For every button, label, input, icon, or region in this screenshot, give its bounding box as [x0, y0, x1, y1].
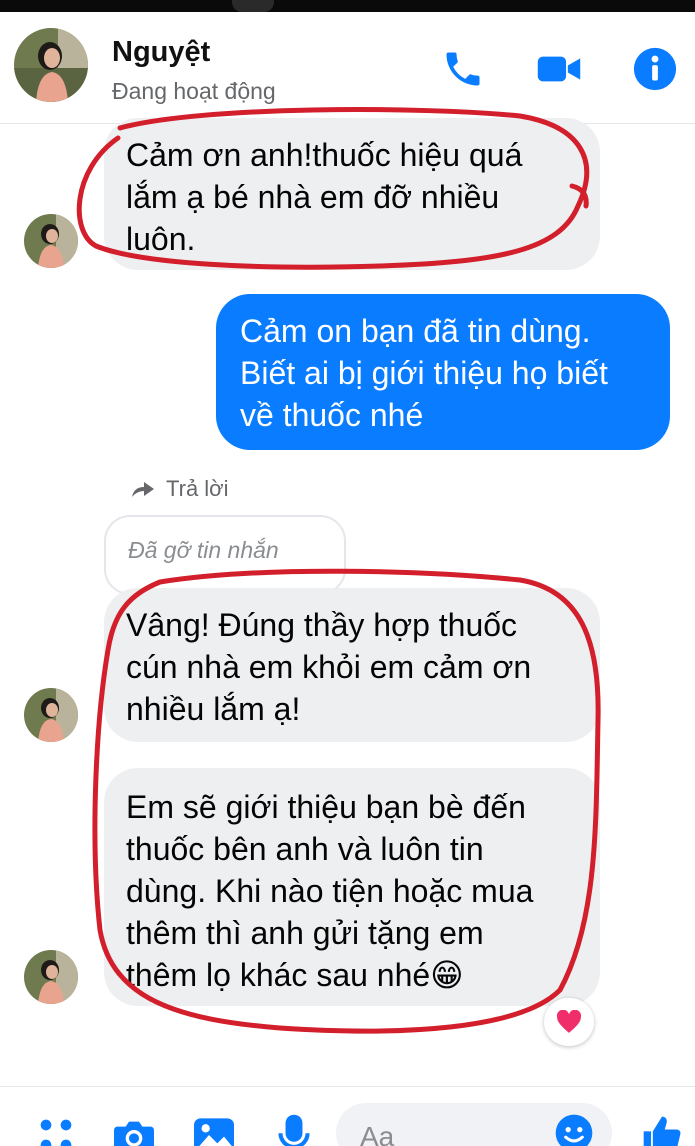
removed-message: Đã gỡ tin nhắn [104, 515, 346, 595]
emoji-icon[interactable] [554, 1113, 594, 1146]
message-line: nhiều lắm ạ! [126, 691, 301, 727]
video-icon[interactable] [536, 46, 582, 92]
active-status: Đang hoạt động [112, 78, 276, 104]
message-line: Cảm ơn anh!thuốc hiệu quá [126, 137, 523, 173]
heart-icon [556, 1010, 582, 1033]
sender-avatar[interactable] [24, 950, 78, 1004]
contact-name[interactable]: Nguyệt [112, 36, 210, 69]
camera-icon[interactable] [112, 1113, 156, 1146]
composer-bar [0, 1086, 695, 1146]
message-line: Biết ai bị giới thiệu họ biết [240, 355, 608, 391]
message-input-box[interactable] [336, 1103, 612, 1146]
message-line: lắm ạ bé nhà em đỡ nhiều [126, 179, 500, 215]
message-line: thêm lọ khác sau nhé😁 [126, 957, 464, 993]
message-input[interactable] [360, 1121, 540, 1146]
incoming-message[interactable]: Cảm ơn anh!thuốc hiệu quá lắm ạ bé nhà e… [104, 118, 600, 270]
heart-reaction[interactable] [544, 998, 594, 1046]
contact-avatar[interactable] [14, 28, 88, 102]
status-badge [232, 0, 274, 12]
phone-icon[interactable] [440, 46, 486, 92]
reply-label: Trả lời [166, 476, 229, 501]
microphone-icon[interactable] [272, 1113, 316, 1146]
conversation-header: Nguyệt Đang hoạt động [0, 12, 695, 124]
info-icon[interactable] [632, 46, 678, 92]
removed-message-label: Đã gỡ tin nhắn [128, 537, 279, 563]
outgoing-message[interactable]: Cảm on bạn đã tin dùng. Biết ai bị giới … [216, 294, 670, 450]
message-line: về thuốc nhé [240, 397, 424, 433]
sender-avatar[interactable] [24, 214, 78, 268]
message-line: dùng. Khi nào tiện hoặc mua [126, 873, 534, 909]
message-line: thuốc bên anh và luôn tin [126, 831, 484, 867]
message-line: luôn. [126, 221, 196, 257]
status-bar [0, 0, 695, 12]
incoming-message[interactable]: Vâng! Đúng thầy hợp thuốc cún nhà em khỏ… [104, 588, 600, 742]
message-line: Cảm on bạn đã tin dùng. [240, 313, 591, 349]
message-line: Em sẽ giới thiệu bạn bè đến [126, 789, 526, 825]
reply-indicator: Trả lời [130, 476, 229, 502]
message-line: cún nhà em khỏi em cảm ơn [126, 649, 532, 685]
thumbs-up-icon[interactable] [640, 1113, 684, 1146]
incoming-message[interactable]: Em sẽ giới thiệu bạn bè đến thuốc bên an… [104, 768, 600, 1006]
message-line: Vâng! Đúng thầy hợp thuốc [126, 607, 518, 643]
apps-icon[interactable] [34, 1113, 78, 1146]
message-line: thêm thì anh gửi tặng em [126, 915, 484, 951]
sender-avatar[interactable] [24, 688, 78, 742]
image-icon[interactable] [192, 1113, 236, 1146]
reply-arrow-icon [132, 482, 154, 497]
